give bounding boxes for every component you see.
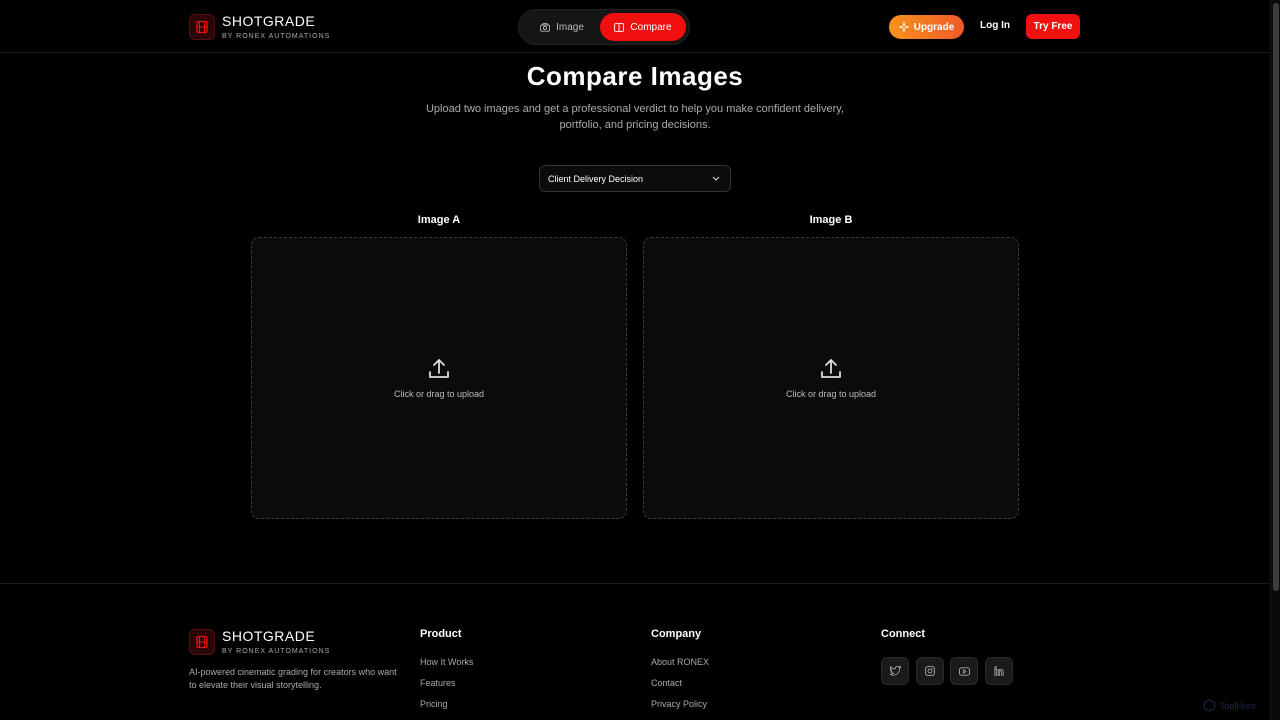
brand-name: SHOTGRADE: [222, 13, 316, 29]
mode-toggle: Image Compare: [518, 9, 690, 45]
upload-icon: [821, 359, 841, 378]
try-free-label: Try Free: [1033, 21, 1073, 32]
footer: SHOTGRADE BY RONEX AUTOMATIONS AI-powere…: [0, 583, 1270, 720]
page-scrollbar[interactable]: [1270, 0, 1280, 720]
footer-brand-tagline: BY RONEX AUTOMATIONS: [222, 648, 331, 655]
sparkle-icon: [898, 22, 909, 32]
mode-image-label: Image: [556, 21, 584, 33]
linkedin-button[interactable]: [984, 657, 1013, 685]
upload-icon: [429, 359, 449, 378]
film-icon: [189, 13, 215, 40]
decision-type-select[interactable]: Client Delivery Decision: [539, 165, 731, 192]
footer-link-privacy[interactable]: Privacy Policy: [651, 699, 709, 710]
brand-logo-link[interactable]: SHOTGRADE BY RONEX AUTOMATIONS: [189, 13, 330, 40]
mode-image-button[interactable]: Image: [527, 13, 597, 41]
mode-compare-button[interactable]: Compare: [600, 13, 686, 41]
image-b-label: Image B: [809, 214, 853, 226]
footer-link-about[interactable]: About RONEX: [651, 657, 709, 668]
twitter-icon: [889, 666, 901, 676]
film-icon: [189, 628, 215, 655]
footer-link-how-it-works[interactable]: How It Works: [420, 657, 473, 668]
instagram-icon: [924, 666, 935, 676]
upload-hint: Click or drag to upload: [785, 389, 877, 399]
footer-connect-column: Connect: [881, 628, 1019, 685]
image-a-dropzone[interactable]: Click or drag to upload: [251, 237, 627, 519]
upgrade-button[interactable]: Upgrade: [889, 15, 964, 39]
login-link[interactable]: Log In: [980, 20, 1010, 31]
twitter-button[interactable]: [881, 657, 909, 685]
footer-brand-name: SHOTGRADE: [222, 628, 316, 644]
footer-link-features[interactable]: Features: [420, 678, 473, 689]
youtube-button[interactable]: [950, 657, 978, 685]
footer-product-column: Product How It Works Features Pricing: [420, 628, 473, 720]
footer-brand-link[interactable]: SHOTGRADE BY RONEX AUTOMATIONS: [189, 628, 330, 655]
upgrade-label: Upgrade: [913, 21, 955, 33]
footer-company-heading: Company: [651, 628, 702, 640]
camera-icon: [540, 22, 550, 32]
select-value: Client Delivery Decision: [548, 173, 644, 184]
upload-hint: Click or drag to upload: [393, 389, 485, 399]
top-nav: SHOTGRADE BY RONEX AUTOMATIONS Image Com…: [0, 0, 1270, 53]
image-a-label: Image A: [417, 214, 461, 226]
linkedin-icon: [993, 666, 1004, 676]
page-title: Compare Images: [526, 61, 744, 91]
footer-description: AI-powered cinematic grading for creator…: [189, 667, 397, 690]
instagram-button[interactable]: [915, 657, 944, 685]
footer-link-pricing[interactable]: Pricing: [420, 699, 473, 710]
footer-product-heading: Product: [420, 628, 462, 640]
youtube-icon: [958, 666, 970, 676]
columns-icon: [614, 22, 625, 32]
chevron-down-icon: [712, 176, 720, 181]
page-subtitle: Upload two images and get a professional…: [425, 103, 845, 131]
footer-link-contact[interactable]: Contact: [651, 678, 709, 689]
mode-compare-label: Compare: [630, 21, 672, 33]
footer-connect-heading: Connect: [881, 628, 925, 640]
try-free-button[interactable]: Try Free: [1026, 14, 1080, 39]
toolhunt-watermark: ToolHunt: [1203, 699, 1256, 712]
brand-tagline: BY RONEX AUTOMATIONS: [222, 33, 331, 40]
scrollbar-thumb[interactable]: [1273, 3, 1279, 591]
hexagon-icon: [1203, 699, 1216, 712]
watermark-text: ToolHunt: [1220, 700, 1256, 711]
image-b-dropzone[interactable]: Click or drag to upload: [643, 237, 1019, 519]
footer-company-column: Company About RONEX Contact Privacy Poli…: [651, 628, 709, 720]
